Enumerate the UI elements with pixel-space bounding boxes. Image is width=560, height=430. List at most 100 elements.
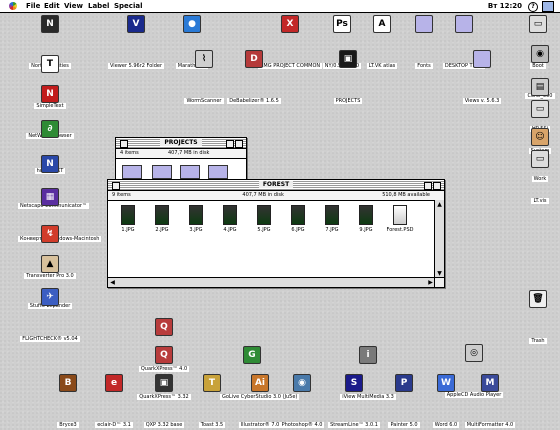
- psd-doc-icon[interactable]: Ps: [333, 15, 351, 33]
- desktop-item-flightcheck[interactable]: ✈ FLIGHTCHECK® v5.04: [18, 288, 82, 344]
- projects-folder-icon[interactable]: [122, 165, 142, 179]
- desktop-item-views-folder[interactable]: Views v. 5.6.3: [450, 50, 514, 106]
- scroll-left-arrow-icon[interactable]: ◀: [108, 278, 117, 287]
- image-thumbnail-icon[interactable]: [257, 205, 271, 225]
- file-name[interactable]: Forest.PSD: [382, 227, 418, 233]
- desktop-item-label[interactable]: FLIGHTCHECK® v5.04: [20, 336, 80, 342]
- desktop-item-label[interactable]: Bryce3: [57, 422, 79, 428]
- file-name[interactable]: 2.JPG: [144, 227, 180, 233]
- file-item[interactable]: 2.JPG: [144, 205, 180, 233]
- desktop-item-label[interactable]: Fonts: [415, 63, 433, 69]
- file-item[interactable]: 5.JPG: [246, 205, 282, 233]
- projects-window[interactable]: PROJECTS 4 items 407,7 MB in disk: [115, 137, 247, 184]
- file-item[interactable]: 6.JPG: [280, 205, 316, 233]
- cd-player-icon[interactable]: ◎: [465, 344, 483, 362]
- boot-disk-icon[interactable]: ▭: [529, 15, 547, 33]
- desktop-item-label[interactable]: LT.vis: [531, 198, 549, 204]
- menu-label[interactable]: Label: [88, 0, 109, 12]
- projects-zoom-box[interactable]: [226, 140, 234, 148]
- file-item[interactable]: 1.JPG: [110, 205, 146, 233]
- forest-horizontal-scrollbar[interactable]: ◀ ▶: [108, 277, 435, 287]
- forest-window-titlebar[interactable]: FOREST: [108, 180, 444, 191]
- scroll-up-arrow-icon[interactable]: ▲: [435, 200, 444, 209]
- eclair-icon[interactable]: e: [105, 374, 123, 392]
- image-thumbnail-icon[interactable]: [155, 205, 169, 225]
- converter-icon[interactable]: ▦: [41, 188, 59, 206]
- menu-special[interactable]: Special: [114, 0, 142, 12]
- marathon-icon[interactable]: ●: [183, 15, 201, 33]
- printer-icon[interactable]: ▤: [531, 78, 549, 96]
- image-thumbnail-icon[interactable]: [121, 205, 135, 225]
- multiformatter-icon[interactable]: M: [481, 374, 499, 392]
- file-item[interactable]: Forest.PSD: [382, 205, 418, 233]
- desktop-item-label[interactable]: Photoshop® 4.0: [279, 422, 325, 428]
- views-folder-icon[interactable]: [473, 50, 491, 68]
- file-name[interactable]: 9.JPG: [348, 227, 384, 233]
- desktop-item-debabelizer[interactable]: D DeBabelizer® 1.6.5: [222, 50, 286, 106]
- menu-clock[interactable]: Вт 12:20: [488, 0, 522, 12]
- netware-icon[interactable]: N: [41, 85, 59, 103]
- viewer-icon[interactable]: V: [127, 15, 145, 33]
- desktop-item-ltvis-disk[interactable]: ▭ LT.vis: [508, 150, 560, 206]
- desktop-item-label[interactable]: Viewer 5.96r2 Folder: [108, 63, 164, 69]
- image-thumbnail-icon[interactable]: [189, 205, 203, 225]
- transverter-icon[interactable]: ↯: [41, 225, 59, 243]
- wormscanner-icon[interactable]: ⌇: [195, 50, 213, 68]
- projects-window-titlebar[interactable]: PROJECTS: [116, 138, 246, 149]
- forest-collapse-box[interactable]: [433, 182, 441, 190]
- desktop-item-label[interactable]: Toast 3.5: [198, 422, 226, 428]
- forest-window[interactable]: FOREST 9 items 407,7 MB in disk 510,8 MB…: [107, 179, 445, 288]
- forest-close-box[interactable]: [112, 182, 120, 190]
- desktop-item-label[interactable]: QXP 3.32 base: [143, 422, 185, 428]
- desktop-item-label[interactable]: Word 6.0: [432, 422, 460, 428]
- quark332-icon[interactable]: Q: [155, 346, 173, 364]
- simpletext-icon[interactable]: T: [41, 55, 59, 73]
- painter-icon[interactable]: P: [395, 374, 413, 392]
- atlas-icon[interactable]: A: [373, 15, 391, 33]
- desktop-item-multiformatter[interactable]: M MultiFormatter 4.0: [458, 374, 522, 430]
- projects-folder-icon[interactable]: [180, 165, 200, 179]
- projects-folder-icon[interactable]: [152, 165, 172, 179]
- image-thumbnail-icon[interactable]: [359, 205, 373, 225]
- file-name[interactable]: 3.JPG: [178, 227, 214, 233]
- desktop-item-label[interactable]: eclair-D™ 3.1: [95, 422, 133, 428]
- qxp-base-icon[interactable]: ▣: [155, 374, 173, 392]
- file-item[interactable]: 4.JPG: [212, 205, 248, 233]
- desktop-item-label[interactable]: Trash: [529, 338, 547, 344]
- iview-icon[interactable]: i: [359, 346, 377, 364]
- file-name[interactable]: 5.JPG: [246, 227, 282, 233]
- desktop-item-label[interactable]: PROJECTS: [333, 98, 363, 104]
- file-name[interactable]: 7.JPG: [314, 227, 350, 233]
- work-disk-icon[interactable]: ☺: [531, 128, 549, 146]
- photoshop-icon[interactable]: ◉: [293, 374, 311, 392]
- file-item[interactable]: 7.JPG: [314, 205, 350, 233]
- fonts-folder-icon[interactable]: [415, 15, 433, 33]
- projects-collapse-box[interactable]: [235, 140, 243, 148]
- forest-vertical-scrollbar[interactable]: ▲ ▼: [434, 200, 444, 278]
- forest-zoom-box[interactable]: [424, 182, 432, 190]
- image-thumbnail-icon[interactable]: [223, 205, 237, 225]
- desktop-item-label[interactable]: WormScanner: [184, 98, 224, 104]
- golive-icon[interactable]: G: [243, 346, 261, 364]
- streamline-icon[interactable]: S: [345, 374, 363, 392]
- menu-edit[interactable]: Edit: [44, 0, 60, 12]
- file-name[interactable]: 6.JPG: [280, 227, 316, 233]
- desktop-item-viewer[interactable]: V Viewer 5.96r2 Folder: [104, 15, 168, 71]
- apple-menu-icon[interactable]: [8, 0, 18, 12]
- help-menu-icon[interactable]: ?: [528, 2, 538, 12]
- ltvis-disk-icon[interactable]: ▭: [531, 150, 549, 168]
- text-clip-icon[interactable]: ∂: [41, 120, 59, 138]
- application-menu-icon[interactable]: [542, 1, 554, 12]
- corel-disk-icon[interactable]: ◉: [531, 45, 549, 63]
- projects-folder-icon[interactable]: [208, 165, 228, 179]
- image-thumbnail-icon[interactable]: [325, 205, 339, 225]
- forest-resize-box[interactable]: [434, 277, 444, 287]
- netscape-icon[interactable]: N: [41, 155, 59, 173]
- menu-view[interactable]: View: [64, 0, 83, 12]
- trash-icon[interactable]: 🗑: [529, 290, 547, 308]
- bryce-icon[interactable]: B: [59, 374, 77, 392]
- file-item[interactable]: 9.JPG: [348, 205, 384, 233]
- norton-icon[interactable]: N: [41, 15, 59, 33]
- image-thumbnail-icon[interactable]: [291, 205, 305, 225]
- quark4-icon[interactable]: Q: [155, 318, 173, 336]
